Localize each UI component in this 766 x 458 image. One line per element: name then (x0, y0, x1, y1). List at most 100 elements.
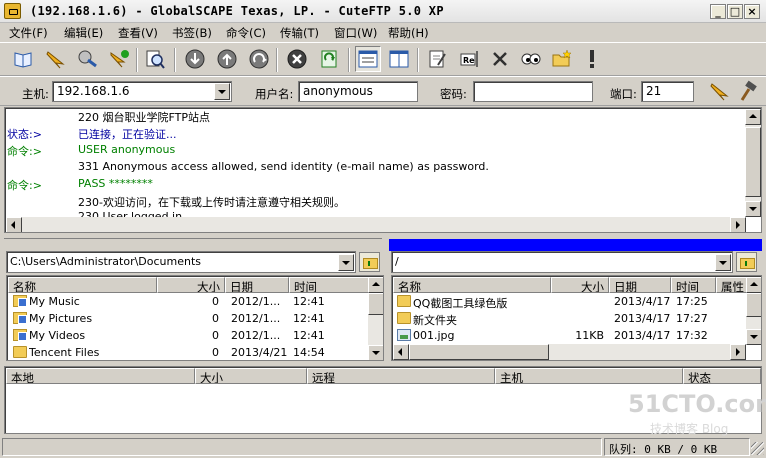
connect-now-button[interactable] (706, 78, 732, 104)
menu-view[interactable]: 查看(V) (118, 25, 158, 41)
local-file-row[interactable]: My Videos 0 2012/1... 12:41 (7, 327, 369, 344)
menu-help[interactable]: 帮助(H) (388, 25, 429, 41)
remote-col-size[interactable]: 大小 (551, 277, 609, 293)
maximize-button[interactable]: □ (727, 4, 743, 19)
file-size: 0 (212, 329, 219, 342)
local-folder-up-icon[interactable] (359, 252, 380, 272)
remote-vertical-scrollbar[interactable] (746, 277, 761, 345)
view-list-button[interactable] (355, 46, 381, 72)
resize-grip-icon[interactable] (751, 442, 764, 455)
refresh-button[interactable] (316, 46, 342, 72)
scroll-up-icon[interactable] (368, 277, 383, 293)
remote-col-time[interactable]: 时间 (671, 277, 716, 293)
reconnect-button[interactable] (246, 46, 272, 72)
host-dropdown-icon[interactable] (214, 83, 230, 100)
scroll-thumb[interactable] (409, 344, 549, 360)
remote-path-input[interactable]: / (391, 251, 733, 273)
site-manager-button[interactable] (10, 46, 36, 72)
password-input[interactable] (473, 81, 593, 102)
cuteftp-app-icon[interactable] (4, 3, 21, 19)
menu-commands[interactable]: 命令(C) (226, 25, 266, 41)
scroll-thumb[interactable] (745, 127, 761, 197)
queue-status: 队列: 0 KB / 0 KB (604, 438, 750, 456)
menu-edit[interactable]: 编辑(E) (64, 25, 103, 41)
properties-button[interactable] (518, 46, 544, 72)
username-input[interactable]: anonymous (298, 81, 418, 102)
file-name: Tencent Files (29, 346, 100, 359)
log-message: 331 Anonymous access allowed, send ident… (78, 160, 489, 173)
new-folder-button[interactable] (549, 46, 575, 72)
file-time: 17:32 (676, 329, 708, 342)
title-bar: (192.168.1.6) - GlobalSCAPE Texas, LP. -… (0, 0, 766, 23)
upload-button[interactable] (214, 46, 240, 72)
scroll-up-icon[interactable] (745, 109, 761, 125)
remote-path-dropdown-icon[interactable] (715, 254, 731, 271)
log-prefix: 命令:> (7, 145, 42, 158)
local-col-time[interactable]: 时间 (289, 277, 369, 293)
scroll-thumb[interactable] (746, 293, 761, 317)
remote-horizontal-scrollbar[interactable] (393, 344, 746, 360)
menu-file[interactable]: 文件(F) (9, 25, 48, 41)
quick-connect-button[interactable] (42, 46, 68, 72)
host-input[interactable]: 192.168.1.6 (52, 81, 232, 102)
close-button[interactable]: × (744, 4, 760, 19)
scroll-right-icon[interactable] (730, 217, 746, 232)
remote-col-name[interactable]: 名称 (393, 277, 551, 293)
remote-file-row[interactable]: QQ截图工具绿色版 2013/4/17 17:25 (392, 293, 746, 310)
toolbar-separator (174, 48, 176, 72)
queue-col-local[interactable]: 本地 (6, 368, 195, 384)
local-file-row[interactable]: My Pictures 0 2012/1... 12:41 (7, 310, 369, 327)
edit-button[interactable] (424, 46, 450, 72)
log-vertical-scrollbar[interactable] (745, 109, 761, 217)
download-button[interactable] (182, 46, 208, 72)
password-label: 密码: (440, 87, 467, 101)
connect-button[interactable] (74, 46, 100, 72)
lightning-icon (710, 83, 729, 101)
local-file-row[interactable]: Tencent Files 0 2013/4/21 14:54 (7, 344, 369, 360)
local-path-input[interactable]: C:\Users\Administrator\Documents (6, 251, 356, 273)
stop-button[interactable] (284, 46, 310, 72)
list-view-icon (358, 50, 378, 68)
local-vertical-scrollbar[interactable] (368, 277, 383, 360)
menu-window[interactable]: 窗口(W) (334, 25, 377, 41)
remote-col-attributes[interactable]: 属性 (716, 277, 747, 293)
local-path-dropdown-icon[interactable] (338, 254, 354, 271)
disconnect-button[interactable] (106, 46, 132, 72)
local-col-size[interactable]: 大小 (157, 277, 225, 293)
remote-folder-up-icon[interactable] (736, 252, 757, 272)
scroll-up-icon[interactable] (746, 277, 761, 293)
log-horizontal-scrollbar[interactable] (6, 217, 746, 232)
local-col-name[interactable]: 名称 (8, 277, 157, 293)
file-time: 12:41 (293, 295, 325, 308)
scroll-left-icon[interactable] (393, 344, 409, 360)
remote-col-date[interactable]: 日期 (609, 277, 671, 293)
view-details-button[interactable] (386, 46, 412, 72)
scroll-down-icon[interactable] (746, 329, 761, 345)
local-file-row[interactable]: My Music 0 2012/1... 12:41 (7, 293, 369, 310)
scroll-right-icon[interactable] (730, 344, 746, 360)
local-col-date[interactable]: 日期 (225, 277, 289, 293)
file-name: QQ截图工具绿色版 (413, 297, 508, 310)
queue-col-status[interactable]: 状态 (683, 368, 761, 384)
port-input[interactable]: 21 (641, 81, 694, 102)
menu-transfer[interactable]: 传输(T) (280, 25, 319, 41)
scroll-thumb[interactable] (368, 293, 383, 315)
scroll-left-icon[interactable] (6, 217, 22, 232)
log-message: PASS ******** (78, 177, 153, 190)
queue-col-size[interactable]: 大小 (195, 368, 307, 384)
menu-bookmarks[interactable]: 书签(B) (172, 25, 212, 41)
delete-button[interactable] (487, 46, 513, 72)
remote-file-row[interactable]: 001.jpg 11KB 2013/4/17 17:32 (392, 327, 746, 344)
minimize-button[interactable]: _ (710, 4, 726, 19)
scroll-down-icon[interactable] (745, 201, 761, 217)
connect-wizard-button[interactable] (736, 78, 762, 104)
folder-icon (397, 295, 411, 307)
scroll-down-icon[interactable] (368, 345, 383, 360)
search-button[interactable] (142, 46, 168, 72)
remote-file-row[interactable]: 新文件夹 2013/4/17 17:27 (392, 310, 746, 327)
alert-button[interactable] (579, 46, 605, 72)
queue-col-remote[interactable]: 远程 (307, 368, 495, 384)
connect-icon (78, 50, 97, 68)
rename-button[interactable]: Re (456, 46, 482, 72)
queue-col-host[interactable]: 主机 (495, 368, 683, 384)
